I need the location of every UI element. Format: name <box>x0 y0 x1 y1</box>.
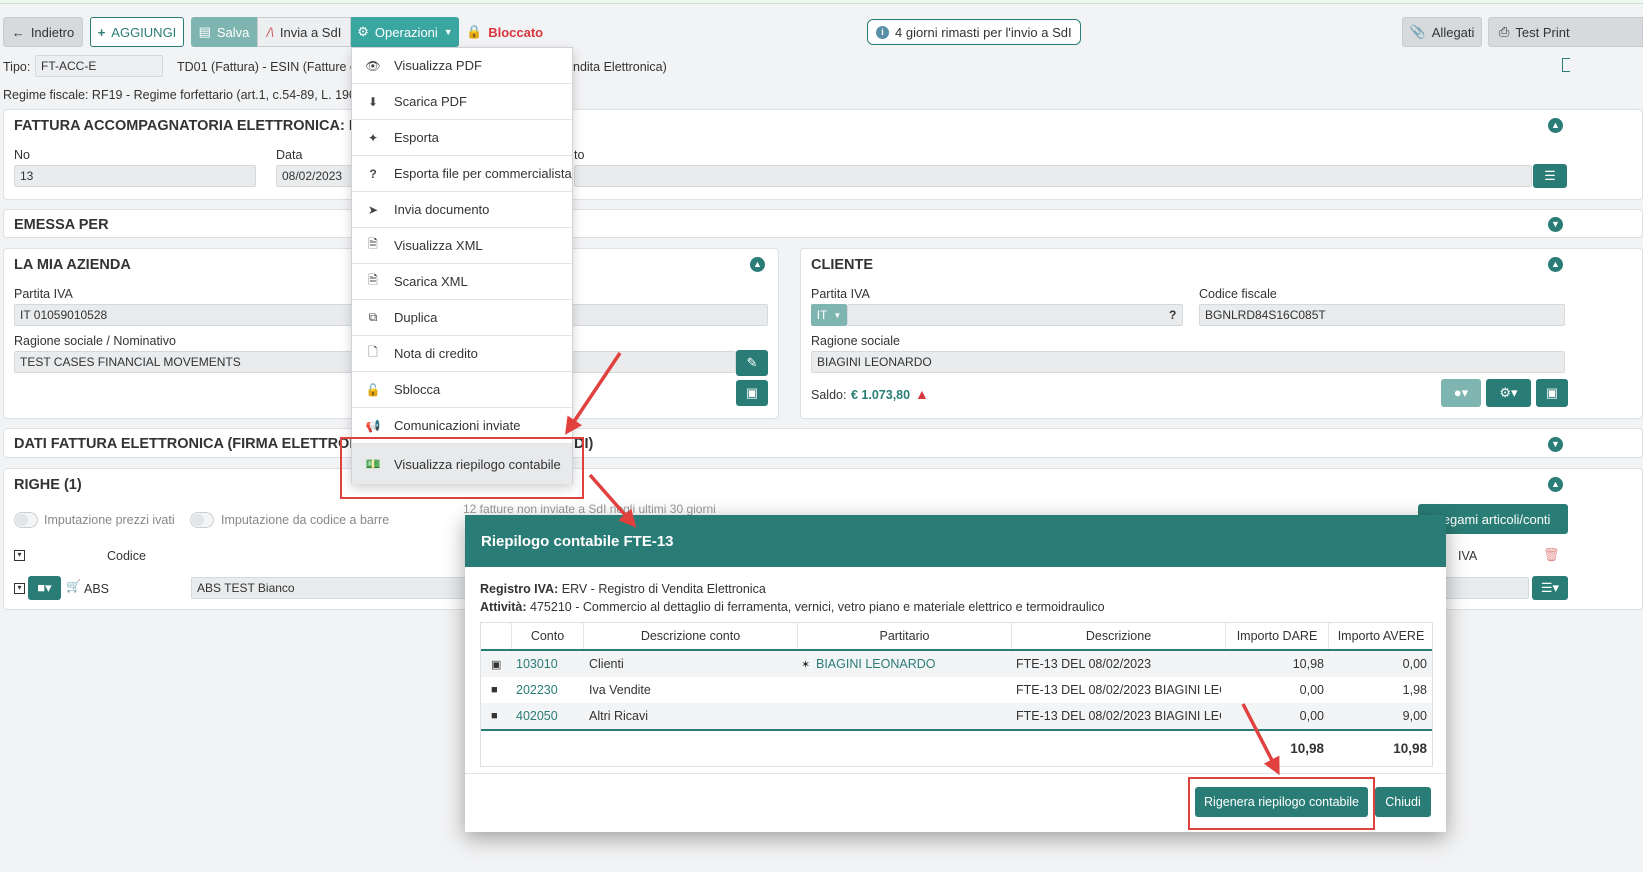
annotation-arrow <box>1241 703 1280 776</box>
annotation-arrows <box>565 352 1280 776</box>
annotation-arrow <box>565 352 622 435</box>
annotation-arrow <box>588 473 637 528</box>
